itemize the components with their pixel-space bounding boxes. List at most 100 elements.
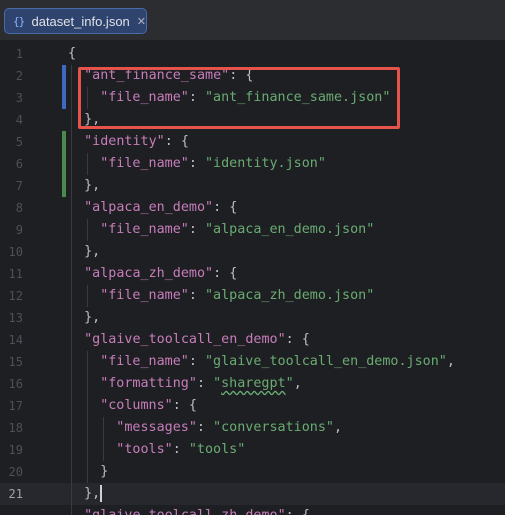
json-key: "alpaca_en_demo": [84, 200, 214, 215]
json-string: ": [285, 376, 294, 391]
json-key: "identity": [84, 134, 165, 149]
code-text: },: [84, 175, 100, 197]
json-key: "messages": [116, 420, 197, 435]
line-number: 7: [15, 179, 23, 193]
json-key: "alpaca_zh_demo": [84, 266, 214, 281]
code-line[interactable]: 6 "file_name": "identity.json": [0, 153, 505, 175]
code-text: {: [68, 43, 76, 65]
code-line[interactable]: 21},: [0, 483, 505, 505]
text-caret: [100, 484, 103, 502]
line-number: 2: [15, 69, 23, 83]
json-braces-icon: {}: [13, 14, 25, 28]
code-line[interactable]: 17 "columns": {: [0, 395, 505, 417]
code-text: "file_name": "glaive_toolcall_en_demo.js…: [100, 351, 455, 373]
json-punctuation: ,: [333, 420, 343, 435]
code-line[interactable]: 18 "messages": "conversations",: [0, 417, 505, 439]
json-string: "conversations": [213, 420, 334, 435]
json-punctuation: ,: [293, 376, 302, 391]
json-punctuation: },: [84, 310, 101, 325]
json-punctuation: :: [172, 442, 189, 457]
line-number: 1: [15, 47, 23, 61]
code-text: "columns": {: [100, 395, 197, 417]
code-line[interactable]: 14 "glaive_toolcall_en_demo": {: [0, 329, 505, 351]
code-text: "messages": "conversations",: [116, 417, 342, 439]
json-punctuation: :: [196, 420, 214, 435]
code-text: "glaive_toolcall_en_demo": {: [84, 329, 310, 351]
json-punctuation: : {: [213, 266, 238, 281]
code-text: "file_name": "alpaca_zh_demo.json": [100, 285, 374, 307]
json-key: "columns": [100, 398, 173, 413]
line-number: 9: [15, 223, 23, 237]
code-text: },: [84, 241, 100, 263]
line-number: 4: [15, 113, 23, 127]
line-number: 16: [8, 377, 23, 391]
json-key: "tools": [116, 442, 173, 457]
json-string: "alpaca_en_demo.json": [205, 222, 375, 237]
code-text: }: [100, 461, 108, 483]
line-number: 21: [8, 487, 23, 501]
json-punctuation: :: [188, 288, 205, 303]
json-string: "tools": [188, 442, 246, 457]
line-number: 3: [15, 91, 23, 105]
added-lines-marker[interactable]: [62, 131, 66, 197]
code-line[interactable]: 7},: [0, 175, 505, 197]
json-punctuation: {: [68, 46, 77, 61]
code-line[interactable]: 1{: [0, 43, 505, 65]
close-icon[interactable]: ✕: [137, 15, 146, 28]
json-string: sharegpt: [221, 376, 286, 391]
code-line[interactable]: 15 "file_name": "glaive_toolcall_en_demo.…: [0, 351, 505, 373]
json-key: "file_name": [100, 156, 189, 171]
code-text: "alpaca_en_demo": {: [84, 197, 237, 219]
code-line[interactable]: 13},: [0, 307, 505, 329]
code-line[interactable]: 9 "file_name": "alpaca_en_demo.json": [0, 219, 505, 241]
modified-lines-marker[interactable]: [62, 65, 66, 109]
annotation-highlight-box: [78, 67, 400, 129]
code-line[interactable]: 16 "formatting": "sharegpt",: [0, 373, 505, 395]
json-key: "glaive_toolcall_en_demo": [84, 332, 286, 347]
code-line[interactable]: 11 "alpaca_zh_demo": {: [0, 263, 505, 285]
indent-guide: [87, 153, 89, 175]
line-number: 19: [8, 443, 23, 457]
json-key: "file_name": [100, 288, 189, 303]
line-number: 14: [8, 333, 23, 347]
json-punctuation: },: [84, 178, 101, 193]
line-number: 15: [8, 355, 23, 369]
json-punctuation: : {: [213, 200, 238, 215]
json-punctuation: },: [84, 244, 101, 259]
code-line[interactable]: "glaive_toolcall_zh_demo": {: [0, 505, 505, 515]
code-text: "alpaca_zh_demo": {: [84, 263, 237, 285]
json-punctuation: }: [100, 464, 109, 479]
json-punctuation: : {: [172, 398, 197, 413]
tab-label: dataset_info.json: [31, 13, 130, 29]
json-key: "formatting": [100, 376, 197, 391]
json-key: "file_name": [100, 222, 189, 237]
code-line[interactable]: 8 "alpaca_en_demo": {: [0, 197, 505, 219]
line-number: 10: [8, 245, 23, 259]
json-punctuation: : {: [164, 134, 189, 149]
code-text: "identity": {: [84, 131, 189, 153]
line-number: 12: [8, 289, 23, 303]
code-text: "tools": "tools": [116, 439, 245, 461]
json-string: "alpaca_zh_demo.json": [205, 288, 375, 303]
line-number: 8: [15, 201, 23, 215]
code-text: "formatting": "sharegpt",: [100, 373, 302, 395]
code-line[interactable]: 10},: [0, 241, 505, 263]
line-number: 11: [8, 267, 23, 281]
json-punctuation: :: [188, 222, 205, 237]
json-punctuation: :: [196, 376, 214, 391]
code-line[interactable]: 19 "tools": "tools": [0, 439, 505, 461]
json-punctuation: :: [188, 354, 205, 369]
line-number: 17: [8, 399, 23, 413]
code-line[interactable]: 5 "identity": {: [0, 131, 505, 153]
editor-tab-bar: {} dataset_info.json ✕: [0, 0, 505, 40]
code-text: "glaive_toolcall_zh_demo": {: [84, 505, 310, 515]
json-key: "glaive_toolcall_zh_demo": [84, 508, 286, 515]
json-string: ": [213, 376, 222, 391]
line-number: 5: [15, 135, 23, 149]
indent-guide: [71, 65, 72, 515]
tab-dataset-info-json[interactable]: {} dataset_info.json ✕: [4, 8, 147, 34]
code-line[interactable]: 12 "file_name": "alpaca_zh_demo.json": [0, 285, 505, 307]
json-key: "file_name": [100, 354, 189, 369]
code-line[interactable]: 20}: [0, 461, 505, 483]
json-punctuation: :: [188, 156, 205, 171]
